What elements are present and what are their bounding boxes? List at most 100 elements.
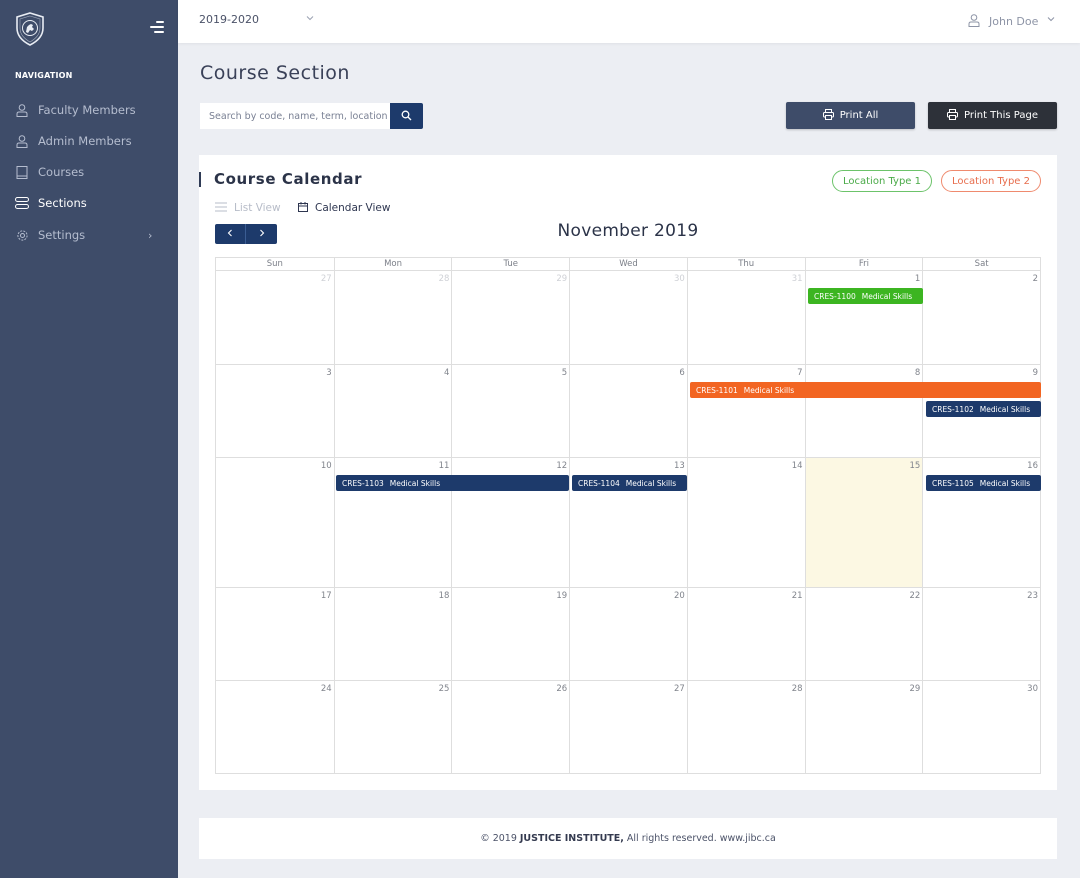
calendar-day[interactable]: 27 [569, 681, 687, 773]
calendar-week-row: 27 28 29 30 31 1 2 CRES-1100 Medical Skills [215, 271, 1041, 365]
day-number: 5 [561, 368, 568, 378]
day-number: 25 [438, 684, 450, 694]
calendar-day[interactable]: 21 [686, 588, 805, 680]
print-all-button[interactable]: Print All [786, 102, 915, 129]
calendar-event[interactable]: CRES-1101 Medical Skills [690, 382, 1041, 398]
calendar-week-row: 24 25 26 27 28 29 30 [215, 681, 1041, 774]
event-code: CRES-1103 [342, 478, 384, 488]
academic-year-value: 2019-2020 [199, 13, 259, 26]
calendar-event[interactable]: CRES-1100 Medical Skills [808, 288, 923, 304]
calendar-event[interactable]: CRES-1102 Medical Skills [926, 401, 1041, 417]
calendar-day[interactable]: 3 [216, 365, 334, 457]
list-view-tab[interactable]: List View [215, 200, 281, 216]
day-number: 1 [914, 274, 921, 284]
sections-icon [15, 196, 29, 210]
day-number: 16 [1027, 461, 1038, 471]
sidebar-item-courses[interactable]: Courses [0, 158, 178, 186]
day-number: 19 [556, 591, 568, 601]
calendar-day[interactable]: 28 [686, 681, 805, 773]
calendar-day[interactable]: 23 [922, 588, 1040, 680]
sidebar-item-label: Settings [38, 228, 86, 242]
event-code: CRES-1104 [578, 478, 620, 488]
calendar-week-row: 3 4 5 6 7 8 9 CRES-1101 Medical Skills CRES-1102 M… [215, 365, 1041, 458]
calendar-day[interactable]: 26 [451, 681, 569, 773]
calendar-day[interactable]: 18 [333, 588, 452, 680]
calendar-day[interactable]: 29 [804, 681, 923, 773]
calendar-day-today[interactable]: 15 [804, 458, 923, 587]
calendar-day[interactable]: 14 [686, 458, 805, 587]
sidebar-item-label: Courses [38, 165, 85, 179]
weekday-label: Mon [333, 258, 452, 271]
calendar-day[interactable]: 29 [451, 271, 569, 364]
event-code: CRES-1105 [932, 478, 974, 488]
logo-icon[interactable] [15, 12, 45, 46]
weekday-label: Thu [686, 258, 805, 271]
academic-year-select[interactable]: 2019-2020 [199, 13, 319, 31]
copyright-prefix: © 2019 [480, 833, 517, 844]
calendar-event[interactable]: CRES-1105 Medical Skills [926, 475, 1041, 491]
calendar-day[interactable]: 30 [922, 681, 1040, 773]
menu-toggle-icon[interactable] [150, 21, 164, 33]
calendar-day[interactable]: 19 [451, 588, 569, 680]
print-this-page-label: Print This Page [963, 110, 1038, 121]
weekday-header: Sun Mon Tue Wed Thu Fri Sat [215, 257, 1041, 271]
calendar-day[interactable]: 5 [451, 365, 569, 457]
calendar-event[interactable]: CRES-1104 Medical Skills [572, 475, 687, 491]
search-input[interactable] [200, 103, 390, 129]
calendar-day[interactable]: 20 [569, 588, 687, 680]
sidebar-item-faculty-members[interactable]: Faculty Members [0, 96, 178, 124]
day-number: 10 [320, 461, 332, 471]
calendar-day[interactable]: 22 [804, 588, 923, 680]
search-button[interactable] [390, 103, 423, 129]
calendar-day[interactable]: 1 [804, 271, 923, 364]
calendar-day[interactable]: 28 [333, 271, 452, 364]
day-number: 28 [438, 274, 450, 284]
event-code: CRES-1100 [814, 291, 856, 301]
user-icon [15, 134, 29, 148]
print-all-label: Print All [839, 110, 879, 121]
event-name: Medical Skills [979, 478, 1031, 488]
topbar: 2019-2020 John Doe [178, 0, 1080, 43]
calendar-week-row: 10 11 12 13 14 15 16 CRES-1103 Medical Skills CRE… [215, 458, 1041, 588]
book-icon [15, 165, 29, 179]
calendar-day[interactable]: 2 [922, 271, 1040, 364]
copyright-suffix: All rights reserved. www.jibc.ca [626, 833, 776, 844]
calendar-day[interactable]: 25 [333, 681, 452, 773]
calendar-day[interactable]: 30 [569, 271, 687, 364]
calendar-title: Course Calendar [214, 170, 363, 188]
day-number: 31 [791, 274, 803, 284]
day-number: 27 [674, 684, 685, 694]
day-number: 26 [556, 684, 568, 694]
sidebar-item-admin-members[interactable]: Admin Members [0, 127, 178, 155]
sidebar-item-label: Sections [38, 196, 87, 210]
calendar-day[interactable]: 24 [216, 681, 334, 773]
course-calendar-card: Course Calendar Location Type 1 Location… [199, 155, 1057, 790]
sidebar-item-settings[interactable]: Settings › [0, 221, 178, 249]
calendar-day[interactable]: 4 [333, 365, 452, 457]
calendar-day[interactable]: 7 [686, 365, 805, 457]
weekday-label: Tue [451, 258, 569, 271]
sidebar-item-sections[interactable]: Sections [0, 189, 178, 217]
day-number: 14 [791, 461, 803, 471]
calendar-day[interactable]: 31 [686, 271, 805, 364]
calendar-day[interactable]: 6 [569, 365, 687, 457]
calendar-body: 27 28 29 30 31 1 2 CRES-1100 Medical Skills 3 4 5 6 7… [215, 271, 1041, 774]
day-number: 20 [674, 591, 685, 601]
calendar-day[interactable]: 8 [804, 365, 923, 457]
calendar-day[interactable]: 27 [216, 271, 334, 364]
legend-location-type-2: Location Type 2 [941, 170, 1041, 192]
print-this-page-button[interactable]: Print This Page [928, 102, 1057, 129]
day-number: 30 [1027, 684, 1038, 694]
event-name: Medical Skills [743, 385, 795, 395]
printer-icon [946, 108, 958, 123]
user-menu[interactable]: John Doe [968, 13, 1068, 31]
calendar-view-tab[interactable]: Calendar View [298, 200, 390, 216]
search-bar [200, 103, 423, 129]
weekday-label: Sat [922, 258, 1040, 271]
printer-icon [822, 108, 834, 123]
calendar-day[interactable]: 10 [216, 458, 334, 587]
calendar-day[interactable]: 17 [216, 588, 334, 680]
page-title: Course Section [200, 62, 350, 84]
calendar-event[interactable]: CRES-1103 Medical Skills [336, 475, 569, 491]
day-number: 7 [797, 368, 803, 378]
